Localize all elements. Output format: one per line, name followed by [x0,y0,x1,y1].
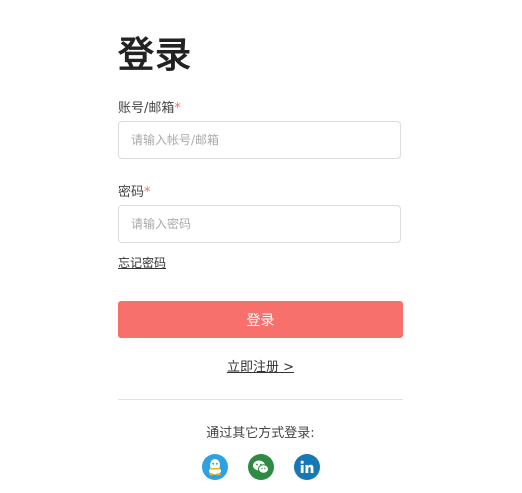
account-label: 账号/邮箱* [118,101,181,117]
qq-icon-glyph [208,459,221,476]
wechat-icon[interactable] [247,454,274,480]
forgot-password-link[interactable]: 忘记密码 [118,255,166,271]
login-button[interactable]: 登录 [118,301,403,338]
linkedin-icon[interactable] [293,454,320,480]
page-title: 登录 [118,35,193,76]
qq-icon[interactable] [201,454,228,480]
divider [118,399,403,400]
password-required-mark: * [144,185,151,200]
login-page: 登录 账号/邮箱* 密码* 忘记密码 登录 立即注册 > 通过其它方式登录: [0,0,522,493]
linkedin-icon-glyph [300,460,313,473]
password-label: 密码* [118,185,151,201]
password-input[interactable] [118,205,401,243]
register-link-row: 立即注册 > [118,359,403,377]
other-login-text: 通过其它方式登录: [206,426,315,441]
account-required-mark: * [174,101,181,116]
social-login-row [118,454,403,480]
account-label-text: 账号/邮箱 [118,101,175,116]
account-input[interactable] [118,121,401,159]
password-label-text: 密码 [118,185,145,200]
wechat-icon-glyph [252,460,269,474]
register-link[interactable]: 立即注册 > [227,360,294,375]
